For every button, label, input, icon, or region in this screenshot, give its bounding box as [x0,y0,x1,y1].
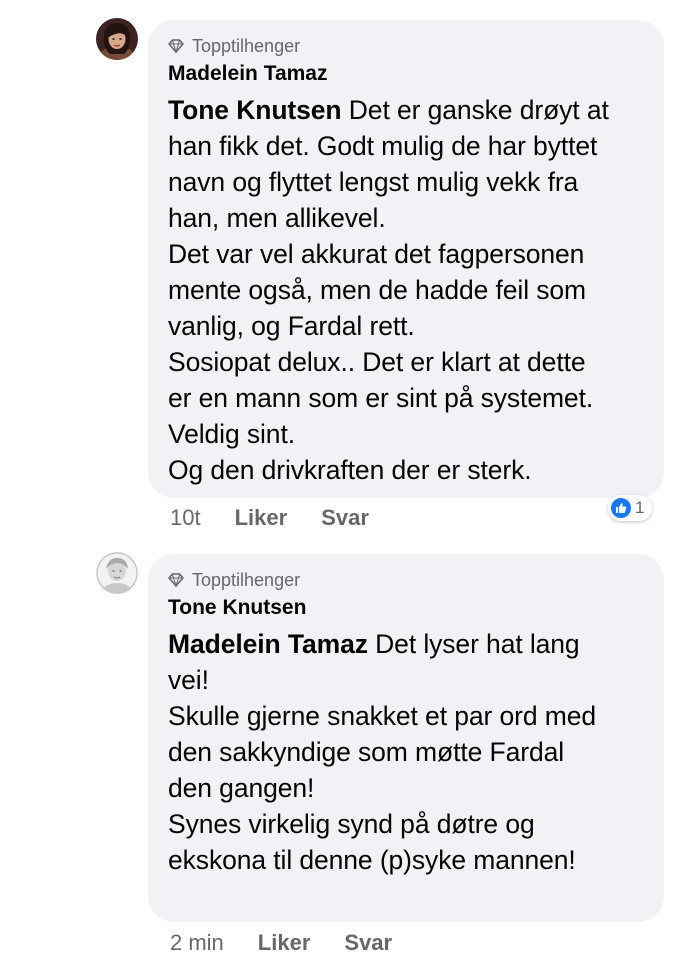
text-line: Synes virkelig synd på døtre og [168,809,535,839]
badge-label: Topptilhenger [192,569,301,590]
text-line: navn og flyttet lengst mulig vekk fra [168,167,579,197]
text-line: mente også, men de hadde feil som [168,275,587,305]
comment-actions: 2 min Liker Svar [170,930,426,956]
reaction-count[interactable]: 1 [608,495,653,521]
text-line: den sakkyndige som møtte Fardal [168,737,565,767]
avatar[interactable] [96,552,138,594]
comment-text: Tone Knutsen Det er ganske drøyt at han … [168,92,644,488]
text-line: Skulle gjerne snakket et par ord med [168,701,596,731]
avatar[interactable] [96,18,138,60]
comment-bubble: Topptilhenger Tone Knutsen Madelein Tama… [148,554,664,922]
text-line: Det lyser hat lang [367,629,580,659]
text-line: vei! [168,665,209,695]
text-line: Veldig sint. [168,419,295,449]
text-line: han, men allikevel. [168,203,386,233]
reaction-number: 1 [635,498,645,517]
comment-author[interactable]: Tone Knutsen [168,594,644,622]
mention-link[interactable]: Tone Knutsen [168,95,342,125]
reply-button[interactable]: Svar [344,930,392,956]
timestamp[interactable]: 2 min [170,930,224,956]
mention-link[interactable]: Madelein Tamaz [168,629,368,659]
text-line: Sosiopat delux.. Det er klart at dette [168,347,586,377]
text-line: Og den drivkraften der er sterk. [168,455,532,485]
like-icon [611,498,631,518]
text-line: ekskona til denne (p)syke mannen! [168,845,576,875]
top-fan-badge: Topptilhenger [168,568,644,592]
reply-button[interactable]: Svar [321,505,369,531]
text-line: Det er ganske drøyt at [341,95,609,125]
timestamp[interactable]: 10t [170,505,201,531]
text-line: er en mann som er sint på systemet. [168,383,594,413]
text-line: vanlig, og Fardal rett. [168,311,415,341]
comment-author[interactable]: Madelein Tamaz [168,60,644,88]
diamond-icon [168,39,184,53]
text-line: den gangen! [168,773,315,803]
top-fan-badge: Topptilhenger [168,34,644,58]
text-line: han fikk det. Godt mulig de har byttet [168,131,598,161]
comment-text: Madelein Tamaz Det lyser hat lang vei! S… [168,626,644,878]
diamond-icon [168,573,184,587]
comment-bubble: Topptilhenger Madelein Tamaz Tone Knutse… [148,20,664,498]
badge-label: Topptilhenger [192,35,301,56]
text-line: Det var vel akkurat det fagpersonen [168,239,585,269]
like-button[interactable]: Liker [235,505,288,531]
like-button[interactable]: Liker [258,930,311,956]
comment-actions: 10t Liker Svar [170,505,403,531]
